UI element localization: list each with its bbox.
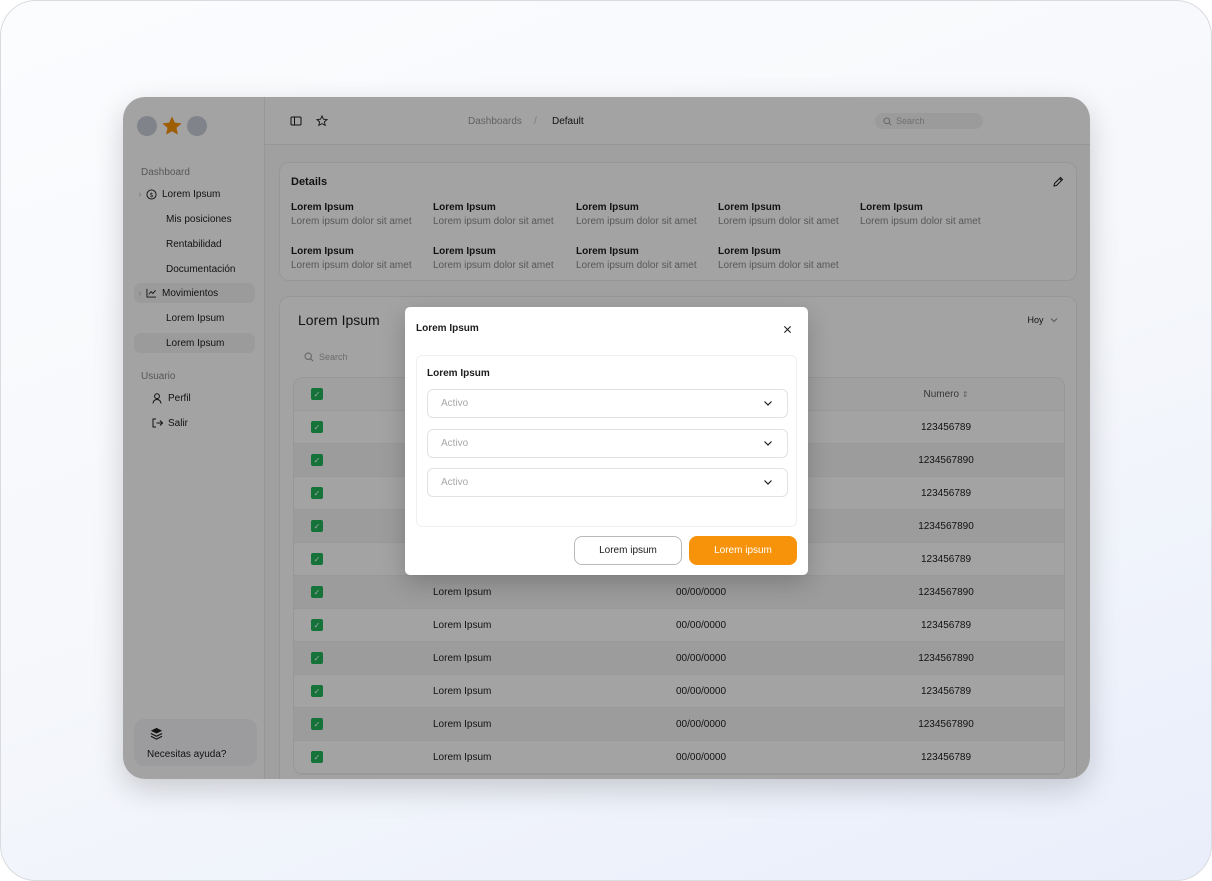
modal-section-title: Lorem Ipsum xyxy=(427,368,490,379)
chevron-down-icon xyxy=(764,401,772,406)
modal-title: Lorem Ipsum xyxy=(416,323,479,334)
select-value: Activo xyxy=(441,438,469,449)
status-select-2[interactable]: Activo xyxy=(427,429,788,458)
cancel-button[interactable]: Lorem ipsum xyxy=(574,536,682,565)
confirm-button[interactable]: Lorem ipsum xyxy=(689,536,797,565)
chevron-down-icon xyxy=(764,441,772,446)
close-icon xyxy=(783,325,791,333)
select-value: Activo xyxy=(441,477,469,488)
modal-form-section: Lorem Ipsum Activo Activo Activo xyxy=(416,355,797,527)
select-value: Activo xyxy=(441,398,469,409)
app-window: Dashboard › $ Lorem Ipsum Mis posiciones… xyxy=(123,97,1090,779)
screenshot-frame: Dashboard › $ Lorem Ipsum Mis posiciones… xyxy=(0,0,1212,881)
status-select-3[interactable]: Activo xyxy=(427,468,788,497)
modal-dialog: Lorem Ipsum Lorem Ipsum Activo Activo Ac… xyxy=(405,307,808,575)
status-select-1[interactable]: Activo xyxy=(427,389,788,418)
chevron-down-icon xyxy=(764,480,772,485)
modal-close-button[interactable] xyxy=(776,318,798,340)
